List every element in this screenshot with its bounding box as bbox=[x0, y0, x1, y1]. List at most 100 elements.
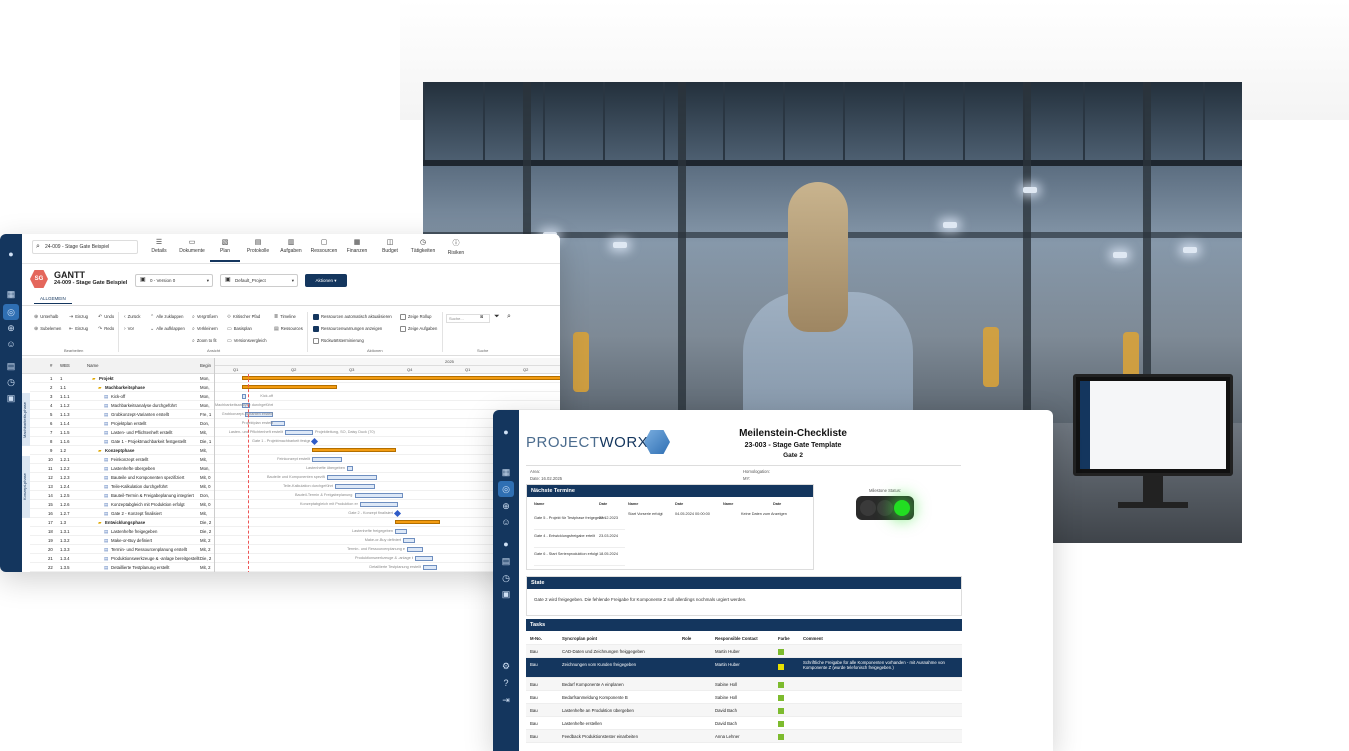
zoom-in-button[interactable]: ⌕ Vergrößern bbox=[192, 314, 218, 320]
timeline-button[interactable]: ≣ Timeline bbox=[274, 314, 296, 320]
task-bar[interactable] bbox=[271, 421, 285, 426]
help-icon[interactable]: ? bbox=[500, 677, 512, 689]
task-bar[interactable] bbox=[407, 547, 423, 552]
milestone-marker[interactable] bbox=[393, 509, 402, 518]
task-bar[interactable] bbox=[355, 493, 403, 498]
nav-budget[interactable]: ◫ Budget bbox=[375, 238, 405, 254]
nav-details[interactable]: ☰ Details bbox=[144, 238, 174, 254]
insert-below-button[interactable]: ⊕ Unterhalb bbox=[34, 314, 58, 320]
table-row[interactable]: Bau Bedarf Komponente A einplanen Sabine H… bbox=[526, 678, 962, 691]
auto-update-checkbox[interactable]: Ressourcen automatisch aktualisieren bbox=[313, 314, 392, 320]
time-icon[interactable]: ◷ bbox=[5, 376, 17, 388]
calendar-icon: ▣ bbox=[225, 277, 231, 283]
row-num: 13 bbox=[48, 484, 53, 489]
nav-ressourcen[interactable]: ▢ Ressourcen bbox=[309, 238, 339, 254]
task-bar[interactable] bbox=[403, 538, 415, 543]
summary-bar[interactable] bbox=[242, 385, 337, 389]
row-wbs: 1.1.4 bbox=[60, 421, 70, 426]
resource-warnings-checkbox[interactable]: Ressourcenwarnungen anzeigen bbox=[313, 326, 382, 332]
show-tasks-checkbox[interactable]: Zeige Aufgaben bbox=[400, 326, 437, 332]
task-bar[interactable] bbox=[285, 430, 313, 435]
dashboard-icon[interactable]: ▦ bbox=[500, 466, 512, 478]
nav-risiken[interactable]: ⓘ Risiken bbox=[441, 238, 471, 256]
actions-button[interactable]: Aktionen ▾ bbox=[305, 274, 347, 287]
redo-button[interactable]: ↷ Redo bbox=[98, 326, 114, 332]
task-bar[interactable] bbox=[360, 502, 398, 507]
zoom-out-button[interactable]: ⌕ Verkleinern bbox=[192, 326, 218, 332]
dashboard-icon[interactable]: ▦ bbox=[5, 288, 17, 300]
milestone-marker[interactable] bbox=[310, 437, 319, 446]
critical-path-button[interactable]: ⟐ Kritischer Pfad bbox=[227, 314, 260, 320]
group-label: Aktionen bbox=[367, 348, 383, 353]
zoom-fit-button[interactable]: ⌕ Zoom to fit bbox=[192, 338, 217, 344]
filter-icon[interactable]: ⏷ bbox=[494, 313, 500, 321]
summary-bar[interactable] bbox=[312, 448, 396, 452]
expand-all-button[interactable]: ⌄ Alle aufklappen bbox=[150, 326, 185, 332]
task-bar[interactable] bbox=[423, 565, 437, 570]
summary-bar[interactable] bbox=[242, 376, 560, 380]
show-rollup-checkbox[interactable]: Zeige Rollup bbox=[400, 314, 432, 320]
nav-aufgaben[interactable]: ▥ Aufgaben bbox=[276, 238, 306, 254]
portfolio-icon[interactable]: ⊕ bbox=[5, 322, 17, 334]
documents-icon[interactable]: ▤ bbox=[5, 360, 17, 372]
portfolio-icon[interactable]: ⊕ bbox=[500, 500, 512, 512]
nav-plan[interactable]: ▧ Plan bbox=[210, 238, 240, 262]
calendar-icon[interactable]: ▣ bbox=[500, 588, 512, 600]
time-icon[interactable]: ◷ bbox=[500, 572, 512, 584]
version-compare-button[interactable]: ▭ Versionsvergleich bbox=[227, 338, 267, 344]
task-bar[interactable] bbox=[335, 484, 375, 489]
row-wbs: 1.2 bbox=[60, 448, 66, 453]
table-row[interactable]: Bau CAD-Daten und Zeichnungen freiggegebe… bbox=[526, 645, 962, 658]
gear-icon[interactable]: ⚙ bbox=[500, 660, 512, 672]
year-header: 2025 bbox=[215, 358, 560, 366]
logout-icon[interactable]: ⇥ bbox=[500, 694, 512, 706]
collapse-all-button[interactable]: ⌃ Alle zuklappen bbox=[150, 314, 183, 320]
nav-dokumente[interactable]: ▭ Dokumente bbox=[177, 238, 207, 254]
nav-finanzen[interactable]: ▦ Finanzen bbox=[342, 238, 372, 254]
task-bar[interactable] bbox=[347, 466, 353, 471]
calendar-icon[interactable]: ▣ bbox=[5, 392, 17, 404]
resources-button[interactable]: ▤ Ressources bbox=[274, 326, 303, 332]
task-bar[interactable] bbox=[415, 556, 433, 561]
users-icon[interactable]: ☺ bbox=[5, 338, 17, 350]
baseline-button[interactable]: ▭ Basisplan bbox=[227, 326, 252, 332]
projects-icon[interactable]: ◎ bbox=[3, 304, 19, 320]
backward-scheduling-checkbox[interactable]: Rückwärtsterminierung bbox=[313, 338, 364, 344]
version-select[interactable]: ▣ 0 - Version 0 ▾ bbox=[135, 274, 213, 287]
users-icon[interactable]: ☺ bbox=[500, 516, 512, 528]
task-bar[interactable] bbox=[327, 475, 377, 480]
nav-protokolle[interactable]: ▤ Protokolle bbox=[243, 238, 273, 254]
undo-button[interactable]: ↶ Undo bbox=[98, 314, 114, 320]
outdent-button[interactable]: ⇤ Einzug bbox=[69, 326, 88, 332]
task-bar[interactable] bbox=[395, 529, 407, 534]
table-row[interactable]: Bau Lastenhefte an Produktion übergeben Da… bbox=[526, 704, 962, 717]
col-date: Date bbox=[599, 502, 608, 506]
back-button[interactable]: ‹ Zurück bbox=[124, 314, 140, 320]
project-search[interactable]: ⌕ 24-009 - Stage Gate Beispiel bbox=[32, 240, 138, 254]
col-header: Syncroplan point bbox=[562, 636, 598, 641]
table-row[interactable]: Bau Bedarfsanmeldung Komponente B Sabine H… bbox=[526, 691, 962, 704]
tab-allgemein[interactable]: ALLGEMEIN bbox=[34, 296, 72, 304]
version-value: 0 - Version 0 bbox=[150, 278, 176, 283]
project-select[interactable]: ▣ Default_Project ▾ bbox=[220, 274, 298, 287]
summary-bar[interactable] bbox=[395, 520, 440, 524]
task-bar[interactable] bbox=[312, 457, 342, 462]
sub-element-button[interactable]: ⊕ Subelemen bbox=[34, 326, 61, 332]
nav-taetigkeiten[interactable]: ◷ Tätigkeiten bbox=[408, 238, 438, 254]
forward-button[interactable]: › Vor bbox=[124, 326, 134, 332]
search-icon[interactable]: ⌕ bbox=[507, 313, 511, 321]
row-name: Machbarkeitsanalyse durchgeführt bbox=[111, 403, 177, 408]
indent-button[interactable]: ⇥ Einzug bbox=[69, 314, 88, 320]
projects-icon[interactable]: ◎ bbox=[498, 481, 514, 497]
cell-cm: Schriftliche Freigabe für alle Komponent… bbox=[803, 660, 945, 670]
ribbon-toolbar: ⊕ Unterhalb ⇥ Einzug ↶ Undo ⊕ Subelemen ⇤ Ein… bbox=[22, 308, 560, 356]
avatar[interactable]: ● bbox=[500, 538, 512, 550]
table-row[interactable]: Bau Lastenhefte erstellen David Bach bbox=[526, 717, 962, 730]
clear-icon[interactable]: ⊠ bbox=[480, 314, 484, 319]
documents-icon[interactable]: ▤ bbox=[500, 555, 512, 567]
table-row[interactable]: Bau Feedback Produktionstester einarbeite… bbox=[526, 730, 962, 743]
table-row[interactable]: Bau Zeichnungen vom Kunden freigegeben Mar… bbox=[526, 658, 962, 678]
bar-label: Feinkonzept erstellt bbox=[277, 457, 310, 461]
item-name: Start Vorserie erfolgt bbox=[628, 512, 663, 516]
label: Timeline bbox=[280, 314, 296, 319]
